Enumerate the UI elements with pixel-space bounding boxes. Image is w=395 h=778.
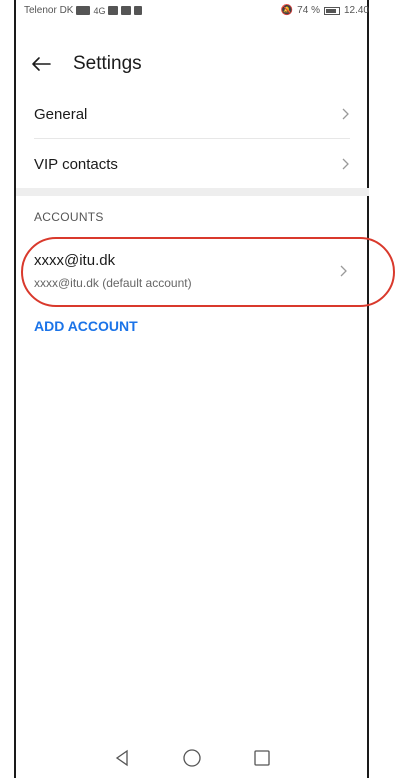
app-header: Settings — [16, 44, 356, 84]
battery-percent: 74 % — [297, 5, 320, 16]
circle-home-icon — [182, 749, 201, 767]
settings-item-label: VIP contacts — [34, 155, 118, 173]
battery-icon — [323, 6, 340, 15]
nav-back-button[interactable] — [110, 746, 134, 770]
square-recents-icon — [253, 750, 270, 766]
clock: 12.40 — [343, 5, 369, 16]
navigation-bar — [16, 738, 367, 778]
mail-icon — [108, 6, 119, 15]
arrow-left-icon — [32, 57, 51, 71]
message-icon — [121, 6, 132, 15]
nav-home-button[interactable] — [180, 746, 204, 770]
triangle-back-icon — [115, 749, 128, 767]
settings-item-vip-contacts[interactable]: VIP contacts — [16, 146, 352, 182]
section-separator — [16, 188, 369, 196]
back-button[interactable] — [31, 56, 59, 72]
chevron-right-icon — [340, 265, 347, 277]
carrier-label: Telenor DK — [24, 5, 74, 16]
page-title: Settings — [73, 53, 142, 74]
settings-item-general[interactable]: General — [16, 96, 352, 132]
chevron-right-icon — [342, 158, 349, 170]
nav-recents-button[interactable] — [250, 746, 274, 770]
divider — [34, 138, 350, 139]
account-email: xxxx@itu.dk — [34, 252, 116, 269]
chevron-right-icon — [342, 108, 349, 120]
volte-icon — [76, 6, 91, 15]
mute-icon: 🔕 — [280, 5, 294, 16]
settings-item-label: General — [34, 105, 88, 123]
status-bar: Telenor DK 4G 🔕 74 % 12.40 — [16, 0, 379, 22]
signal-icon: 4G — [93, 5, 106, 16]
account-subtitle: xxxx@itu.dk (default account) — [34, 276, 192, 290]
notification-icon — [134, 6, 143, 15]
accounts-section-title: ACCOUNTS — [34, 210, 104, 224]
add-account-button[interactable]: ADD ACCOUNT — [34, 318, 138, 334]
account-item[interactable]: xxxx@itu.dk xxxx@itu.dk (default account… — [16, 244, 352, 300]
